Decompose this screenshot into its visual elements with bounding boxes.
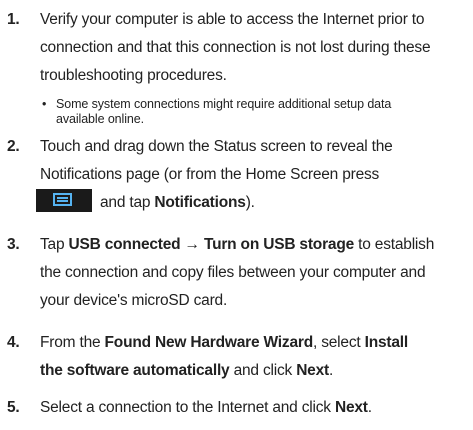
- next-label: Next: [296, 362, 329, 379]
- menu-key-icon: [36, 189, 92, 213]
- step-2-line-3: and tap Notifications).: [36, 189, 470, 217]
- step-3-line-2: the connection and copy files between yo…: [40, 264, 426, 281]
- step-3-line-1: Tap USB connected → Turn on USB storage …: [40, 236, 435, 253]
- step-number: 4.: [7, 334, 20, 351]
- step-5: 5. Select a connection to the Internet a…: [0, 394, 473, 422]
- step-1-line-2: connection and that this connection is n…: [40, 39, 431, 56]
- step-2: 2. Touch and drag down the Status screen…: [0, 133, 473, 217]
- install-option-end: the software automatically: [40, 362, 230, 379]
- step-3-line-3: your device's microSD card.: [40, 292, 228, 309]
- bullet-line-1: Some system connections might require ad…: [56, 97, 392, 111]
- step-1-line-1: Verify your computer is able to access t…: [40, 11, 425, 28]
- step-4: 4. From the Found New Hardware Wizard, s…: [0, 329, 473, 385]
- step-1-line-3: troubleshooting procedures.: [40, 67, 227, 84]
- install-option-start: Install: [364, 334, 409, 351]
- step-4-line-2: the software automatically and click Nex…: [40, 362, 334, 379]
- step-3: 3. Tap USB connected → Turn on USB stora…: [0, 231, 473, 315]
- step-number: 2.: [7, 138, 20, 155]
- bullet-icon: •: [42, 97, 47, 111]
- step-5-line-1: Select a connection to the Internet and …: [40, 399, 372, 416]
- bullet-note: • Some system connections might require …: [42, 97, 462, 127]
- notifications-label: Notifications: [154, 194, 246, 211]
- step-number: 3.: [7, 236, 20, 253]
- step-4-line-1: From the Found New Hardware Wizard, sele…: [40, 334, 409, 351]
- next-label: Next: [334, 399, 368, 416]
- step-number: 5.: [7, 399, 20, 416]
- step-2-line-2: Notifications page (or from the Home Scr…: [40, 166, 380, 183]
- step-1: 1. Verify your computer is able to acces…: [0, 6, 473, 90]
- step-2-line-1: Touch and drag down the Status screen to…: [40, 138, 393, 155]
- usb-storage-path: USB connected → Turn on USB storage: [68, 236, 355, 253]
- wizard-name: Found New Hardware Wizard: [104, 334, 314, 351]
- bullet-line-2: available online.: [56, 112, 144, 126]
- instructions-page: 1. Verify your computer is able to acces…: [0, 0, 473, 430]
- step-number: 1.: [7, 11, 20, 28]
